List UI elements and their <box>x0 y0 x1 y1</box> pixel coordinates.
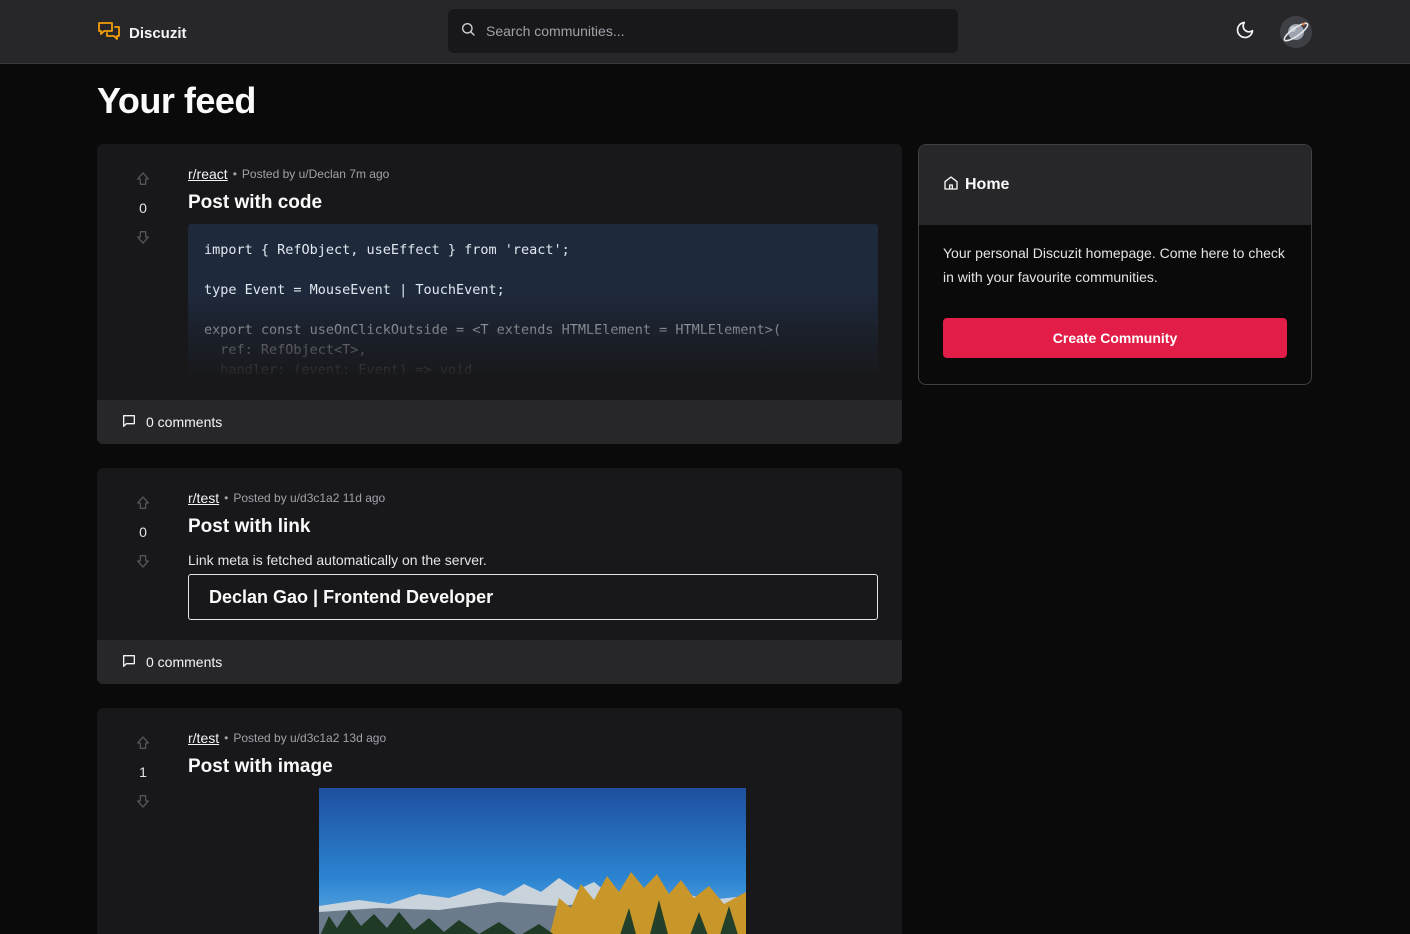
post-meta: r/test • Posted by u/d3c1a2 13d ago <box>188 728 878 748</box>
comment-icon <box>121 413 137 432</box>
downvote-icon[interactable] <box>132 550 154 572</box>
meta-separator: • <box>232 167 237 181</box>
sidebar-header: Home <box>919 145 1311 225</box>
code-line: handler: (event: Event) => void <box>204 362 473 374</box>
post-title[interactable]: Post with image <box>188 756 878 778</box>
sidebar-title: Home <box>965 176 1010 193</box>
upvote-icon[interactable] <box>132 168 154 190</box>
post-meta: r/test • Posted by u/d3c1a2 11d ago <box>188 488 878 508</box>
post-title[interactable]: Post with link <box>188 516 878 538</box>
user-avatar-button[interactable] <box>1280 16 1312 48</box>
community-link[interactable]: r/test <box>188 730 219 746</box>
comments-count: 0 comments <box>146 654 223 670</box>
downvote-icon[interactable] <box>132 226 154 248</box>
home-sidebar-card: Home Your personal Discuzit homepage. Co… <box>918 144 1312 385</box>
code-line: export const useOnClickOutside = <T exte… <box>204 322 782 338</box>
brand-link[interactable]: Discuzit <box>97 19 187 48</box>
create-community-button[interactable]: Create Community <box>943 318 1287 358</box>
post-author-time: Posted by u/d3c1a2 13d ago <box>233 731 387 745</box>
post-author-time: Posted by u/Declan 7m ago <box>241 167 390 181</box>
page-title: Your feed <box>97 80 256 121</box>
comments-link[interactable]: 0 comments <box>97 400 902 444</box>
post-card: 0 r/react • Posted by u/Declan 7m ago Po… <box>97 144 902 444</box>
vote-count: 0 <box>139 200 147 216</box>
comments-link[interactable]: 0 comments <box>97 640 902 684</box>
vote-controls: 1 <box>119 732 167 812</box>
comments-count: 0 comments <box>146 414 223 430</box>
community-link[interactable]: r/react <box>188 166 228 182</box>
meta-separator: • <box>224 491 229 505</box>
theme-toggle-button[interactable] <box>1232 19 1258 45</box>
mountain-landscape-image <box>319 788 746 934</box>
vote-count: 0 <box>139 524 147 540</box>
brand-name: Discuzit <box>129 25 187 42</box>
search-bar[interactable] <box>448 9 958 53</box>
search-input[interactable] <box>486 23 926 39</box>
home-icon <box>943 175 959 196</box>
upvote-icon[interactable] <box>132 492 154 514</box>
community-link[interactable]: r/test <box>188 490 219 506</box>
sidebar-description: Your personal Discuzit homepage. Come he… <box>943 245 1285 285</box>
post-image[interactable] <box>319 788 746 934</box>
meta-separator: • <box>224 731 229 745</box>
upvote-icon[interactable] <box>132 732 154 754</box>
vote-controls: 0 <box>119 168 167 248</box>
vote-count: 1 <box>139 764 147 780</box>
vote-controls: 0 <box>119 492 167 572</box>
downvote-icon[interactable] <box>132 790 154 812</box>
post-title[interactable]: Post with code <box>188 192 878 214</box>
code-line: import { RefObject, useEffect } from 're… <box>204 242 570 258</box>
code-line: type Event = MouseEvent | TouchEvent; <box>204 282 505 298</box>
code-line: ref: RefObject<T>, <box>204 342 367 358</box>
post-text: Link meta is fetched automatically on th… <box>188 552 487 568</box>
link-preview-card[interactable]: Declan Gao | Frontend Developer <box>188 574 878 620</box>
post-meta: r/react • Posted by u/Declan 7m ago <box>188 164 878 184</box>
code-block: import { RefObject, useEffect } from 're… <box>188 224 878 374</box>
moon-icon <box>1235 20 1255 45</box>
search-icon <box>460 21 476 42</box>
top-navbar: Discuzit <box>0 0 1410 64</box>
post-card: 0 r/test • Posted by u/d3c1a2 11d ago Po… <box>97 468 902 684</box>
post-card: 1 r/test • Posted by u/d3c1a2 13d ago Po… <box>97 708 902 934</box>
planet-icon <box>1280 16 1312 48</box>
chat-bubbles-icon <box>97 19 121 48</box>
comment-icon <box>121 653 137 672</box>
post-author-time: Posted by u/d3c1a2 11d ago <box>233 491 386 505</box>
